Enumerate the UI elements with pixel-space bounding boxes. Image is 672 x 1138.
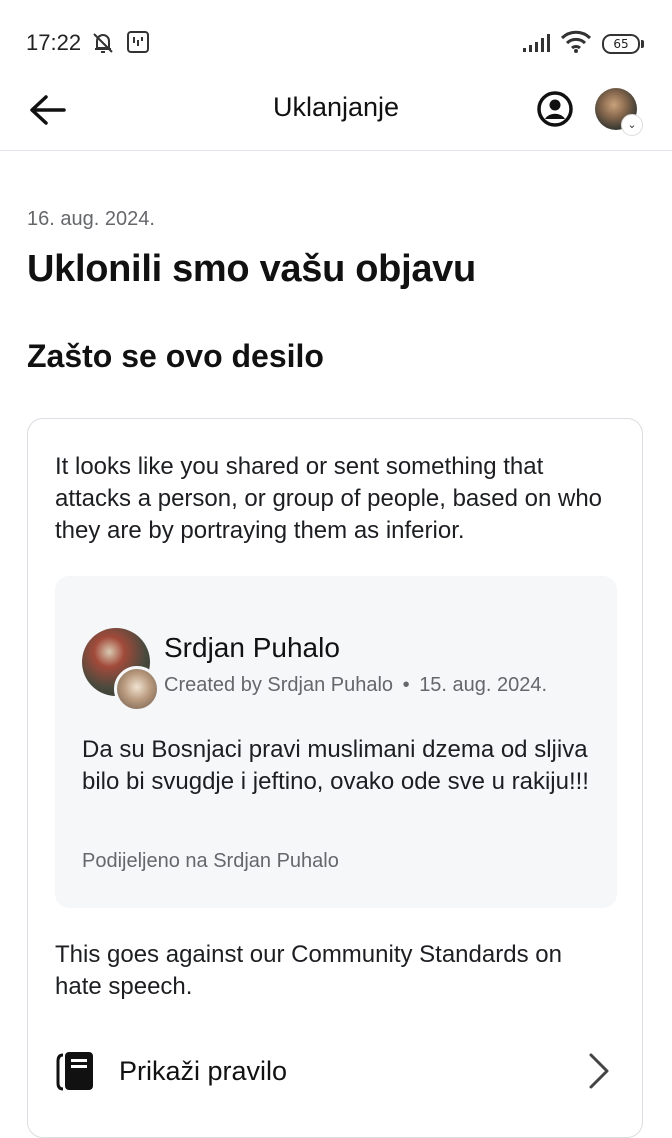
view-rule-label: Prikaži pravilo	[119, 1056, 288, 1086]
post-created-by: Created by Srdjan Puhalo	[164, 674, 394, 696]
community-standards-text: This goes against our Community Standard…	[55, 941, 562, 1000]
avatar[interactable]: ⌄	[595, 88, 643, 136]
profile-circle-icon[interactable]	[536, 90, 574, 128]
meta-separator: •	[402, 674, 410, 696]
app-header: Uklanjanje ⌄	[0, 88, 672, 151]
chevron-down-icon: ⌄	[621, 114, 643, 136]
rulebook-icon	[56, 1052, 93, 1091]
battery-icon: 65	[602, 34, 644, 54]
why-section-title: Zašto se ovo desilo	[27, 338, 324, 374]
chevron-right-icon	[589, 1053, 609, 1089]
status-time: 17:22	[26, 30, 82, 55]
post-profile-avatar	[114, 666, 160, 712]
post-text: Da su Bosnjaci pravi muslimani dzema od …	[82, 736, 589, 795]
post-meta: Created by Srdjan Puhalo • 15. aug. 2024…	[164, 674, 547, 697]
signal-icon	[523, 34, 550, 52]
removal-heading: Uklonili smo vašu objavu	[27, 248, 476, 290]
notification-app-icon	[127, 31, 149, 53]
wifi-icon	[560, 30, 592, 53]
post-author-name: Srdjan Puhalo	[164, 632, 340, 663]
view-rule-link[interactable]: Prikaži pravilo	[28, 1039, 642, 1109]
reason-text: It looks like you shared or sent somethi…	[55, 453, 603, 544]
removal-date: 16. aug. 2024.	[27, 208, 155, 230]
post-date: 15. aug. 2024.	[419, 674, 548, 696]
post-shared-on: Podijeljeno na Srdjan Puhalo	[82, 850, 339, 872]
muted-bell-icon	[93, 33, 113, 53]
status-bar: 17:22 65	[0, 0, 672, 90]
removed-post-preview: Srdjan Puhalo Created by Srdjan Puhalo •…	[55, 576, 617, 908]
reason-card: It looks like you shared or sent somethi…	[27, 418, 643, 1138]
